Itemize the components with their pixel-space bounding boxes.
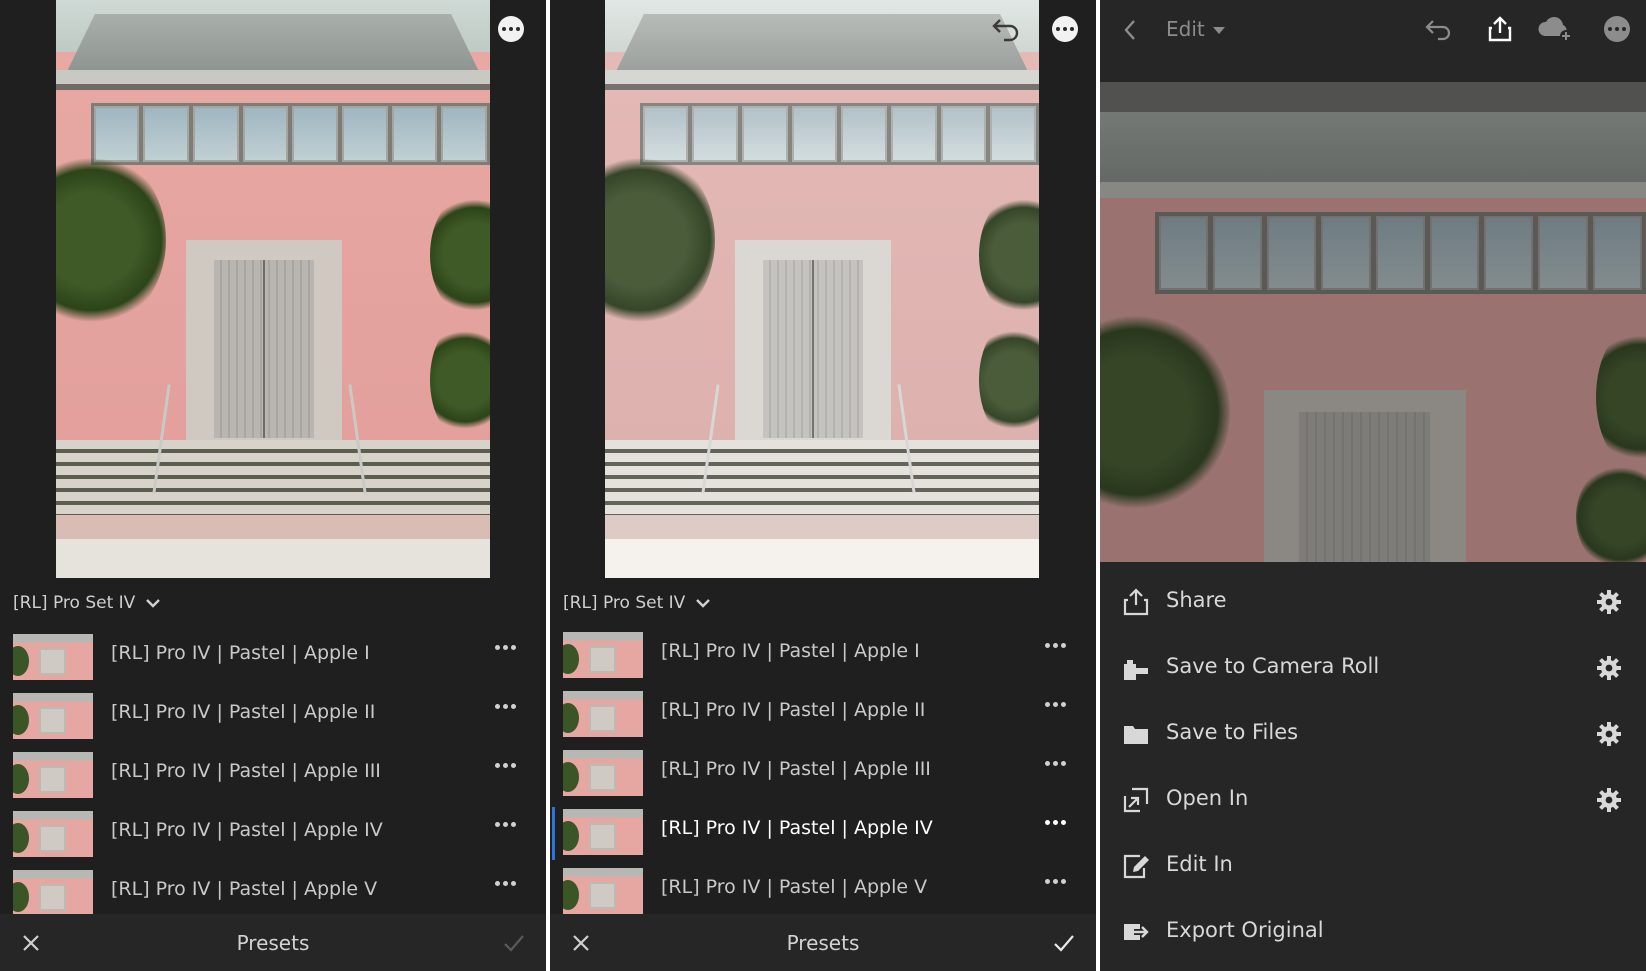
top-bar: Edit — [1100, 0, 1646, 60]
photo-preview-dimmed — [1100, 82, 1646, 562]
preset-row[interactable]: [RL] Pro IV | Pastel | Apple I — [0, 632, 546, 691]
preset-thumbnail — [563, 691, 643, 737]
preset-thumbnail — [13, 752, 93, 798]
more-options-icon[interactable] — [1052, 16, 1078, 42]
preset-set-selector[interactable]: [RL] Pro Set IV — [13, 588, 161, 618]
photo-preview — [550, 0, 1096, 578]
menu-label: Edit In — [1166, 852, 1233, 876]
preset-row[interactable]: [RL] Pro IV | Pastel | Apple II — [550, 689, 1096, 748]
preset-set-selector[interactable]: [RL] Pro Set IV — [563, 588, 711, 618]
menu-label: Share — [1166, 588, 1227, 612]
bottom-title: Presets — [236, 930, 310, 955]
camera-roll-icon — [1124, 660, 1148, 680]
preset-label: [RL] Pro IV | Pastel | Apple III — [661, 758, 931, 780]
more-icon[interactable] — [495, 822, 516, 827]
preset-thumbnail — [13, 634, 93, 680]
undo-icon[interactable] — [1424, 16, 1454, 44]
preset-label: [RL] Pro IV | Pastel | Apple V — [111, 878, 378, 900]
share-icon — [1123, 588, 1149, 616]
bottom-title: Presets — [786, 930, 860, 955]
gear-icon[interactable] — [1596, 721, 1622, 747]
preset-list: [RL] Pro IV | Pastel | Apple I [RL] Pro … — [0, 632, 546, 927]
building-photo-edited — [605, 0, 1039, 578]
preset-set-name: [RL] Pro Set IV — [563, 593, 686, 613]
menu-item-export-original[interactable]: Export Original — [1100, 898, 1646, 964]
checkmark-icon[interactable] — [1052, 931, 1076, 955]
more-icon[interactable] — [495, 763, 516, 768]
share-icon[interactable] — [1486, 14, 1514, 44]
more-icon[interactable] — [1045, 702, 1066, 707]
gear-icon[interactable] — [1596, 589, 1622, 615]
preset-set-name: [RL] Pro Set IV — [13, 593, 136, 613]
edit-in-icon — [1123, 854, 1149, 879]
building-photo — [56, 0, 490, 578]
export-panel: Edit Share Save to Camera Roll Save to F… — [1100, 0, 1646, 971]
preset-thumbnail — [13, 870, 93, 916]
undo-icon[interactable] — [990, 14, 1022, 42]
menu-item-save-to-files[interactable]: Save to Files — [1100, 700, 1646, 766]
preset-row[interactable]: [RL] Pro IV | Pastel | Apple III — [0, 750, 546, 809]
chevron-down-icon — [146, 599, 161, 608]
preset-label: [RL] Pro IV | Pastel | Apple V — [661, 876, 928, 898]
menu-label: Export Original — [1166, 918, 1324, 942]
back-chevron-icon[interactable] — [1122, 18, 1138, 42]
more-icon[interactable] — [1045, 761, 1066, 766]
caret-down-icon[interactable] — [1212, 25, 1226, 35]
folder-icon — [1124, 726, 1148, 744]
menu-label: Save to Files — [1166, 720, 1299, 744]
close-icon[interactable] — [570, 932, 592, 954]
more-icon[interactable] — [1045, 643, 1066, 648]
more-icon[interactable] — [1045, 879, 1066, 884]
menu-item-open-in[interactable]: Open In — [1100, 766, 1646, 832]
checkmark-icon[interactable] — [502, 931, 526, 955]
gear-icon[interactable] — [1596, 655, 1622, 681]
more-icon[interactable] — [1045, 820, 1066, 825]
preset-row[interactable]: [RL] Pro IV | Pastel | Apple IV — [0, 809, 546, 868]
preset-thumbnail — [13, 693, 93, 739]
export-original-icon — [1124, 924, 1149, 940]
photo-preview — [0, 0, 546, 578]
preset-label: [RL] Pro IV | Pastel | Apple IV — [111, 819, 383, 841]
preset-label: [RL] Pro IV | Pastel | Apple I — [661, 640, 920, 662]
more-icon[interactable] — [495, 881, 516, 886]
preset-thumbnail — [563, 809, 643, 855]
export-menu: Share Save to Camera Roll Save to Files … — [1100, 568, 1646, 964]
menu-label: Open In — [1166, 786, 1249, 810]
preset-label: [RL] Pro IV | Pastel | Apple II — [111, 701, 376, 723]
presets-panel-1: [RL] Pro Set IV [RL] Pro IV | Pastel | A… — [0, 0, 546, 971]
more-options-icon[interactable] — [498, 16, 524, 42]
edit-menu-label[interactable]: Edit — [1166, 17, 1205, 41]
cloud-add-icon[interactable] — [1536, 14, 1576, 44]
preset-thumbnail — [563, 632, 643, 678]
preset-row[interactable]: [RL] Pro IV | Pastel | Apple III — [550, 748, 1096, 807]
more-icon[interactable] — [495, 704, 516, 709]
presets-bottom-bar: Presets — [0, 914, 546, 971]
preset-row-selected[interactable]: [RL] Pro IV | Pastel | Apple IV — [550, 807, 1096, 866]
preset-label: [RL] Pro IV | Pastel | Apple II — [661, 699, 926, 721]
preset-thumbnail — [563, 750, 643, 796]
menu-item-edit-in[interactable]: Edit In — [1100, 832, 1646, 898]
open-in-icon — [1123, 787, 1149, 813]
presets-panel-2: [RL] Pro Set IV [RL] Pro IV | Pastel | A… — [550, 0, 1096, 971]
more-options-icon[interactable] — [1604, 16, 1630, 42]
gear-icon[interactable] — [1596, 787, 1622, 813]
preset-label: [RL] Pro IV | Pastel | Apple IV — [661, 817, 933, 839]
preset-label: [RL] Pro IV | Pastel | Apple I — [111, 642, 370, 664]
preset-thumbnail — [13, 811, 93, 857]
menu-item-save-to-camera-roll[interactable]: Save to Camera Roll — [1100, 634, 1646, 700]
close-icon[interactable] — [20, 932, 42, 954]
more-icon[interactable] — [495, 645, 516, 650]
menu-item-share[interactable]: Share — [1100, 568, 1646, 634]
menu-label: Save to Camera Roll — [1166, 654, 1380, 678]
preset-row[interactable]: [RL] Pro IV | Pastel | Apple II — [0, 691, 546, 750]
preset-row[interactable]: [RL] Pro IV | Pastel | Apple I — [550, 630, 1096, 689]
presets-bottom-bar: Presets — [550, 914, 1096, 971]
preset-list: [RL] Pro IV | Pastel | Apple I [RL] Pro … — [550, 630, 1096, 925]
chevron-down-icon — [696, 599, 711, 608]
preset-thumbnail — [563, 868, 643, 914]
preset-label: [RL] Pro IV | Pastel | Apple III — [111, 760, 381, 782]
